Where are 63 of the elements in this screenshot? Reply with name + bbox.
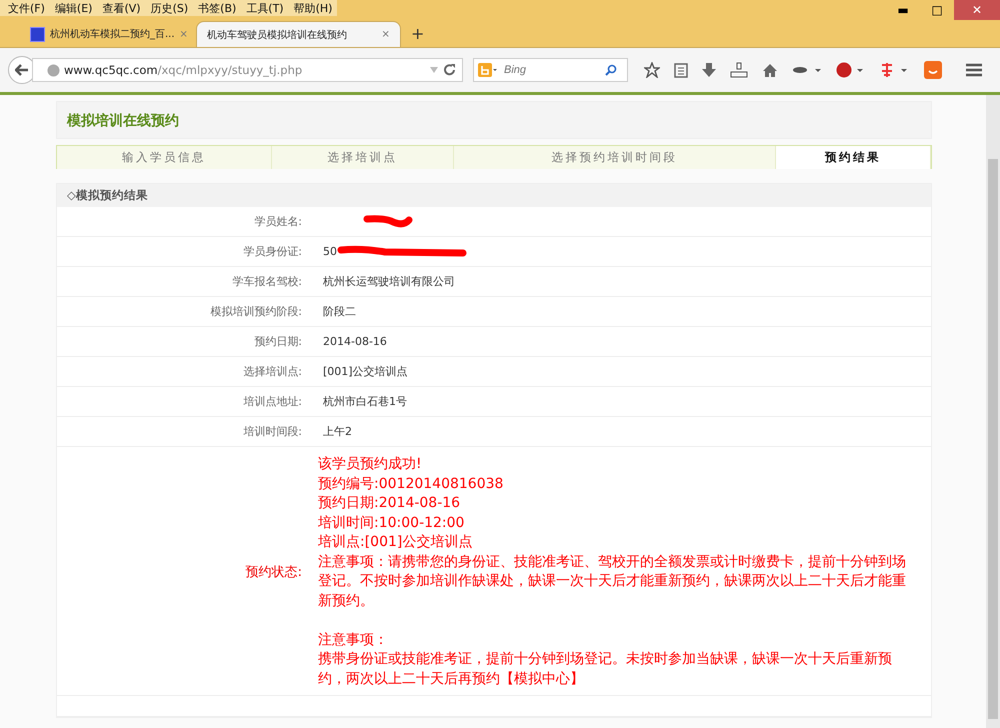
menu-item[interactable]: 工具(T): [242, 0, 288, 16]
field-label: 预约日期:: [253, 334, 302, 349]
field-label: 培训点地址:: [242, 394, 302, 409]
step-tab[interactable]: 输入学员信息: [57, 146, 272, 169]
menu-item[interactable]: 帮助(H): [290, 0, 336, 16]
field-label: 学员姓名:: [253, 214, 302, 229]
maximize-button[interactable]: □: [920, 0, 954, 20]
home-icon[interactable]: [762, 62, 778, 78]
tab-title: 机动车驾驶员模拟培训在线预约: [206, 28, 347, 42]
smiley-app-icon[interactable]: [924, 61, 942, 79]
status-line: 该学员预约成功!: [318, 455, 423, 474]
notice-text: 注意事项：请携带您的身份证、技能准考证、驾校开的全额发票或计时缴费卡，提前十分钟到场登记。不按时参加培训作缺课处，缺课一次十天后才能重新预约，缺课两次以上二十天后才能重新预约。: [318, 552, 907, 610]
search-engine-icon: [478, 63, 498, 77]
status-line: 培训点:[001]公交培训点: [318, 533, 474, 552]
field-value: [001]公交培训点: [323, 364, 408, 379]
field-label: 学车报名驾校:: [231, 274, 302, 289]
menu-item[interactable]: 编辑(E): [50, 0, 96, 16]
field-label: 预约状态:: [244, 564, 302, 581]
menu-icon[interactable]: [966, 63, 982, 77]
status-line: 预约日期:2014-08-16: [318, 494, 462, 513]
browser-tab[interactable]: 机动车驾驶员模拟培训在线预约 ×: [196, 21, 401, 47]
address-bar[interactable]: www.qc5qc.com/xqc/mlpxyy/stuyy_tj.php: [32, 58, 463, 82]
search-icon[interactable]: [605, 64, 617, 76]
globe-icon: [47, 64, 60, 76]
notice-text: 携带身份证或技能准考证，提前十分钟到场登记。未按时参加当缺课，缺课一次十天后重新预约，两次以上二十天后再预约【模拟中心】: [318, 650, 893, 688]
field-value: 阶段二: [323, 304, 356, 319]
field-value: 上午2: [323, 424, 352, 439]
notice-text: 注意事项：: [318, 630, 389, 650]
step-tab[interactable]: 选择培训点: [272, 146, 454, 169]
field-label: 培训时间段:: [242, 424, 302, 439]
new-tab-button[interactable]: +: [400, 24, 434, 47]
status-line: 培训时间:10:00-12:00: [318, 514, 466, 532]
menu-item[interactable]: 查看(V): [98, 0, 145, 16]
back-arrow-icon: [15, 64, 29, 76]
clipboard-icon[interactable]: [674, 62, 688, 78]
scrollbar[interactable]: [986, 95, 1000, 728]
tab-title: 杭州机动车模拟二预约_百...: [50, 28, 175, 41]
field-value: 杭州长运驾驶培训有限公司: [323, 274, 455, 289]
menu-item[interactable]: 历史(S): [146, 0, 192, 16]
star-icon[interactable]: [644, 62, 660, 78]
download-icon[interactable]: [702, 62, 716, 78]
field-value: 2014-08-16: [323, 335, 387, 348]
menu-item[interactable]: 书签(B): [194, 0, 240, 16]
field-value: 杭州市白石巷1号: [323, 394, 407, 409]
glyph-icon[interactable]: [880, 62, 910, 78]
page-title: 模拟培训在线预约: [56, 101, 932, 139]
minimize-button[interactable]: ▬: [886, 0, 920, 20]
field-label: 学员身份证:: [242, 244, 302, 259]
browser-tab[interactable]: 杭州机动车模拟二预约_百... ×: [22, 21, 196, 47]
search-bar[interactable]: Bing: [473, 58, 628, 82]
menu-item[interactable]: 文件(F): [4, 0, 49, 16]
tray-icon[interactable]: [730, 62, 748, 78]
reload-icon[interactable]: [443, 64, 456, 76]
status-line: 预约编号:00120140816038: [318, 474, 504, 494]
section-title: ◇模拟预约结果: [57, 184, 931, 207]
search-field[interactable]: Bing: [502, 63, 601, 77]
field-label: 模拟培训预约阶段:: [209, 304, 302, 319]
url-text: www.qc5qc.com/xqc/mlpxyy/stuyy_tj.php: [64, 63, 302, 77]
field-value: 50: [323, 245, 337, 258]
close-button[interactable]: ✕: [954, 0, 1000, 20]
field-label: 选择培训点:: [242, 364, 302, 379]
step-tab[interactable]: 预约结果: [776, 146, 932, 169]
tab-close-button[interactable]: ×: [382, 29, 390, 40]
